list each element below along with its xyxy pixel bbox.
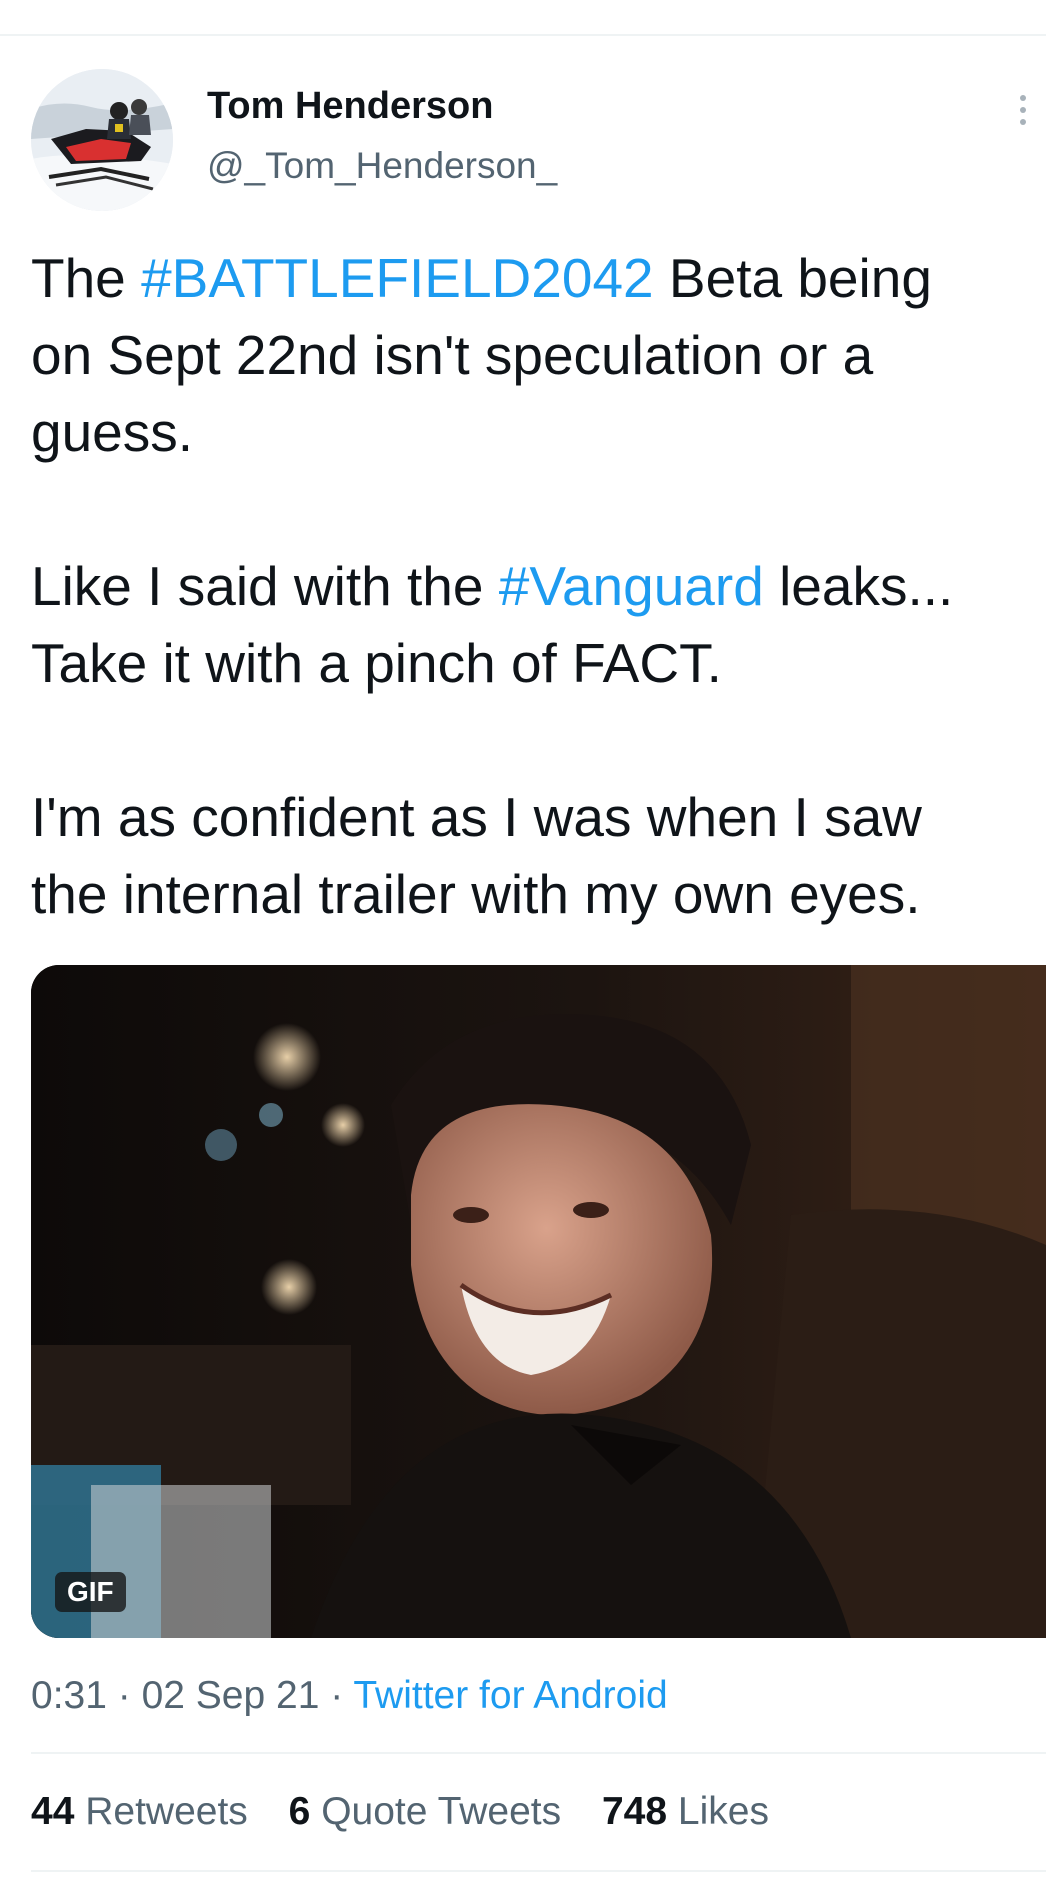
text-segment: leaks... xyxy=(763,555,954,617)
text-segment: Beta being xyxy=(653,247,932,309)
hashtag-vanguard-link[interactable]: #Vanguard xyxy=(499,555,764,617)
tweet-line: Like I said with the #Vanguard leaks... xyxy=(31,548,1046,625)
tweet-line: the internal trailer with my own eyes. xyxy=(31,863,921,925)
quotes-count: 6 xyxy=(288,1790,311,1833)
tweet-stats: 44 Retweets 6 Quote Tweets 748 Likes xyxy=(31,1787,799,1837)
snowmobile-avatar-icon xyxy=(31,69,173,211)
retweets-stat[interactable]: 44 Retweets xyxy=(31,1787,248,1837)
user-names: Tom Henderson @_Tom_Henderson_ xyxy=(207,83,557,189)
avatar[interactable] xyxy=(31,69,173,211)
meta-separator: · xyxy=(106,1674,142,1717)
user-handle[interactable]: @_Tom_Henderson_ xyxy=(207,143,557,189)
top-divider xyxy=(0,34,1046,36)
tweet-line: I'm as confident as I was when I saw xyxy=(31,786,922,848)
likes-stat[interactable]: 748 Likes xyxy=(602,1787,769,1837)
divider xyxy=(31,1870,1046,1872)
hashtag-battlefield2042-link[interactable]: #BATTLEFIELD2042 xyxy=(141,247,654,309)
text-segment: The xyxy=(31,247,142,309)
meta-separator: · xyxy=(319,1674,354,1717)
divider xyxy=(31,1752,1046,1754)
tweet-header: Tom Henderson @_Tom_Henderson_ xyxy=(31,69,1031,211)
gif-media[interactable]: GIF xyxy=(31,965,1046,1638)
tweet-date[interactable]: 02 Sep 21 xyxy=(142,1674,320,1717)
retweets-label: Retweets xyxy=(85,1790,248,1833)
text-segment: Like I said with the xyxy=(31,555,499,617)
likes-count: 748 xyxy=(601,1790,668,1833)
gif-badge: GIF xyxy=(55,1572,126,1612)
display-name[interactable]: Tom Henderson xyxy=(207,83,557,129)
likes-label: Likes xyxy=(677,1790,769,1833)
tweet-line: Take it with a pinch of FACT. xyxy=(31,632,722,694)
tweet-text: The #BATTLEFIELD2042 Beta being on Sept … xyxy=(31,240,1046,933)
tweet-meta: 0:31 · 02 Sep 21 · Twitter for Android xyxy=(31,1671,668,1721)
tweet-line: The #BATTLEFIELD2042 Beta being xyxy=(31,240,1046,317)
quote-tweets-stat[interactable]: 6 Quote Tweets xyxy=(289,1787,561,1837)
tweet-line: guess. xyxy=(31,401,194,463)
source-link[interactable]: Twitter for Android xyxy=(353,1674,667,1717)
quotes-label: Quote Tweets xyxy=(321,1790,562,1833)
retweets-count: 44 xyxy=(31,1790,75,1833)
more-options-icon[interactable] xyxy=(1013,95,1033,135)
smirking-man-gif-icon xyxy=(31,965,1046,1638)
tweet-time[interactable]: 0:31 xyxy=(31,1674,107,1717)
tweet-line: on Sept 22nd isn't speculation or a xyxy=(31,324,874,386)
